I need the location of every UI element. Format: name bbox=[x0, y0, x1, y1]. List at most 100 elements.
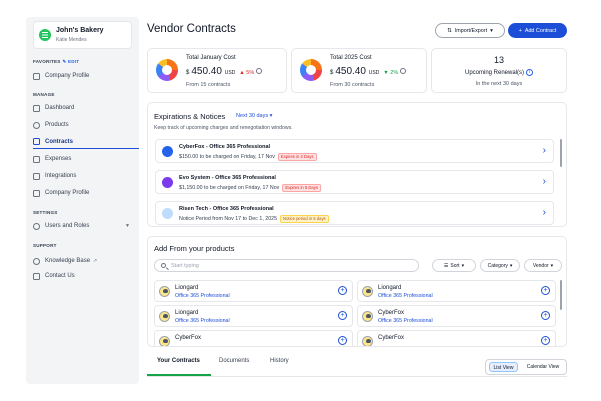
search-icon bbox=[161, 263, 166, 268]
building-icon bbox=[33, 189, 40, 197]
card-value: $450.40 USD ▼ 2% bbox=[330, 66, 407, 77]
chevron-right-icon[interactable]: › bbox=[543, 146, 546, 156]
tab-documents[interactable]: Documents bbox=[219, 358, 249, 364]
view-toggle: List View Calendar View bbox=[485, 359, 567, 375]
avatar bbox=[362, 286, 373, 297]
product-card[interactable]: Liongard Office 365 Professional + bbox=[357, 280, 556, 302]
building-icon bbox=[33, 72, 40, 80]
sidebar-item-company-profile-fav[interactable]: Company Profile bbox=[33, 69, 139, 83]
status-badge: Expires in 5 Days bbox=[282, 184, 321, 192]
favorites-heading: FAVORITES ✎ EDIT bbox=[33, 59, 80, 64]
plus-icon: + bbox=[518, 27, 522, 34]
product-card[interactable]: CyberFox Office 365 Professional + bbox=[357, 305, 556, 327]
products-panel: Add From your products Start typing ☰ Sor… bbox=[147, 236, 567, 347]
vendor-logo-icon bbox=[162, 208, 173, 219]
expiration-item[interactable]: CyberFox - Office 365 Professional $150.… bbox=[155, 139, 554, 163]
january-cost-card: Total January Cost $450.40 USD ▲ 5% From … bbox=[147, 48, 287, 93]
edit-favorites-link[interactable]: ✎ EDIT bbox=[63, 59, 80, 64]
expiration-item[interactable]: Risen Tech - Office 365 Professional Not… bbox=[155, 201, 554, 225]
org-switcher[interactable]: John's Bakery Katie Mendes bbox=[33, 21, 132, 49]
vendor-select[interactable]: Vendor ▾ bbox=[524, 259, 562, 272]
card-value: $450.40 USD ▲ 5% bbox=[186, 66, 263, 77]
add-circle-icon[interactable]: + bbox=[338, 336, 347, 345]
chevron-right-icon[interactable]: › bbox=[543, 177, 546, 187]
product-card[interactable]: Liongard Office 365 Professional + bbox=[154, 305, 353, 327]
renewals-card: 13 Upcoming Renewal(s) i In the next 30 d… bbox=[431, 48, 567, 93]
import-export-icon: ⇅ bbox=[447, 27, 452, 34]
sidebar-item-contact-us[interactable]: Contact Us bbox=[33, 269, 139, 283]
mail-icon bbox=[33, 272, 40, 280]
scrollbar[interactable] bbox=[560, 280, 562, 310]
products-icon bbox=[33, 121, 40, 129]
sort-select[interactable]: ☰ Sort ▾ bbox=[432, 259, 476, 272]
integrations-icon bbox=[33, 172, 40, 180]
renewals-sub: In the next 30 days bbox=[475, 81, 523, 87]
info-icon: i bbox=[526, 69, 534, 76]
product-card[interactable]: CyberFox + bbox=[154, 330, 353, 346]
card-label: Total 2025 Cost bbox=[330, 55, 372, 61]
sidebar-item-products[interactable]: Products bbox=[33, 118, 139, 132]
cost-donut-chart bbox=[156, 59, 178, 81]
sidebar-item-dashboard[interactable]: Dashboard bbox=[33, 101, 139, 115]
tab-your-contracts[interactable]: Your Contracts bbox=[157, 358, 200, 364]
search-input[interactable]: Start typing bbox=[154, 259, 419, 272]
avatar bbox=[362, 311, 373, 322]
sidebar: John's Bakery Katie Mendes FAVORITES ✎ ED… bbox=[26, 17, 139, 384]
vendor-logo-icon bbox=[162, 146, 173, 157]
dashboard-icon bbox=[33, 104, 40, 112]
active-tab-indicator bbox=[147, 374, 211, 376]
sidebar-item-contracts[interactable]: Contracts bbox=[33, 135, 139, 149]
scrollbar[interactable] bbox=[560, 139, 562, 167]
import-export-button[interactable]: ⇅ Import/Export ▾ bbox=[435, 23, 505, 38]
year-cost-card: Total 2025 Cost $450.40 USD ▼ 2% From 30 … bbox=[291, 48, 427, 93]
chevron-down-icon: ▾ bbox=[269, 113, 273, 119]
info-icon bbox=[400, 68, 407, 75]
expirations-range-select[interactable]: Next 30 days ▾ bbox=[236, 113, 272, 119]
change-up-icon: ▲ 5% bbox=[239, 70, 255, 76]
calendar-view-button[interactable]: Calendar View bbox=[521, 362, 565, 372]
status-badge: Expires in 2 Days bbox=[277, 153, 317, 161]
renewals-label: Upcoming Renewal(s) i bbox=[432, 69, 566, 76]
expirations-title: Expirations & Notices bbox=[154, 112, 226, 121]
help-icon bbox=[33, 257, 40, 265]
chevron-down-icon: ▼ bbox=[125, 223, 130, 229]
add-circle-icon[interactable]: + bbox=[541, 286, 550, 295]
sidebar-item-expenses[interactable]: Expenses bbox=[33, 152, 139, 166]
app-root: John's Bakery Katie Mendes FAVORITES ✎ ED… bbox=[0, 0, 601, 401]
avatar bbox=[159, 336, 170, 346]
sort-icon: ☰ bbox=[443, 262, 449, 269]
card-sub: From 15 contracts bbox=[186, 82, 231, 88]
sidebar-item-users-and-roles[interactable]: Users and Roles ▼ bbox=[33, 219, 139, 233]
org-name: John's Bakery bbox=[56, 27, 104, 34]
category-select[interactable]: Category ▾ bbox=[480, 259, 520, 272]
users-icon bbox=[33, 222, 40, 230]
tab-history[interactable]: History bbox=[270, 358, 289, 364]
change-down-icon: ▼ 2% bbox=[383, 70, 399, 76]
manage-heading: MANAGE bbox=[33, 92, 55, 97]
chevron-down-icon: ▾ bbox=[490, 27, 493, 34]
sidebar-item-integrations[interactable]: Integrations bbox=[33, 169, 139, 183]
org-user: Katie Mendes bbox=[56, 37, 87, 43]
add-circle-icon[interactable]: + bbox=[541, 311, 550, 320]
list-view-button[interactable]: List View bbox=[489, 362, 518, 372]
tabs-divider bbox=[147, 376, 567, 377]
add-circle-icon[interactable]: + bbox=[338, 286, 347, 295]
chevron-down-icon: ▾ bbox=[461, 262, 465, 269]
contracts-icon bbox=[33, 138, 40, 145]
product-card[interactable]: Liongard Office 365 Professional + bbox=[154, 280, 353, 302]
chevron-right-icon[interactable]: › bbox=[543, 208, 546, 218]
expirations-description: Keep track of upcoming charges and reneg… bbox=[154, 125, 293, 131]
product-card[interactable]: CyberFox + bbox=[357, 330, 556, 346]
card-label: Total January Cost bbox=[186, 55, 236, 61]
sidebar-item-company-profile[interactable]: Company Profile bbox=[33, 186, 139, 200]
settings-heading: SETTINGS bbox=[33, 210, 58, 215]
chevron-down-icon: ▾ bbox=[509, 262, 513, 269]
expirations-panel: Expirations & Notices Next 30 days ▾ Kee… bbox=[147, 102, 567, 227]
expiration-item[interactable]: Evo System - Office 365 Professional $1,… bbox=[155, 170, 554, 194]
add-circle-icon[interactable]: + bbox=[338, 311, 347, 320]
status-badge: Notice period in 5 days bbox=[280, 215, 329, 223]
add-circle-icon[interactable]: + bbox=[541, 336, 550, 345]
expenses-icon bbox=[33, 155, 40, 163]
sidebar-item-knowledge-base[interactable]: Knowledge Base ↗ bbox=[33, 254, 139, 268]
add-contract-button[interactable]: + Add Contract bbox=[508, 23, 567, 38]
